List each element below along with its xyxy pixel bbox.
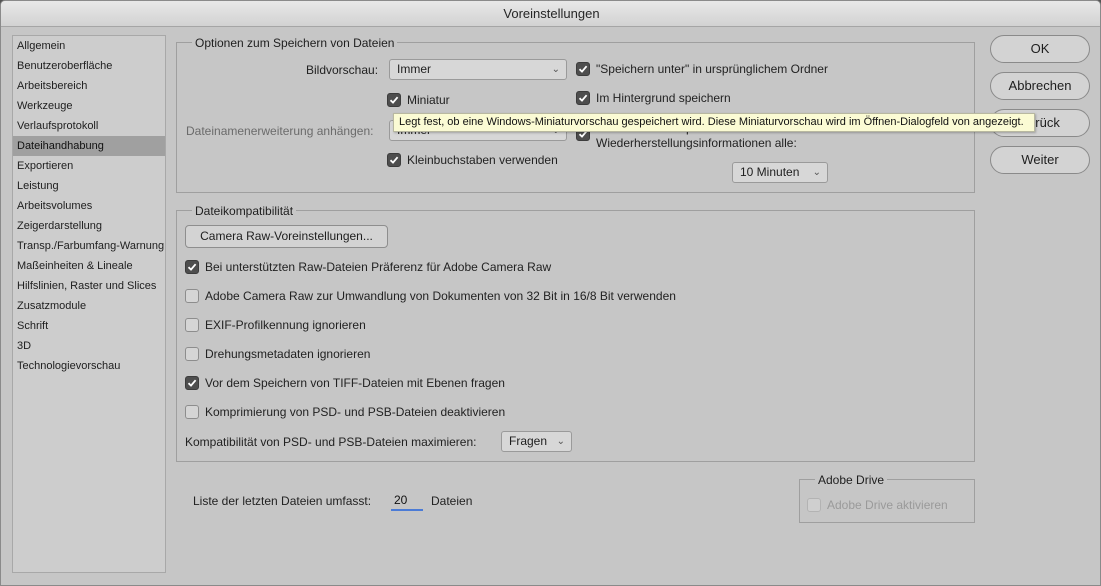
- sidebar-item-transparenz[interactable]: Transp./Farbumfang-Warnung: [13, 236, 165, 256]
- sidebar-item-allgemein[interactable]: Allgemein: [13, 36, 165, 56]
- camera-raw-preferences-button[interactable]: Camera Raw-Voreinstellungen...: [185, 225, 388, 248]
- adobe-drive-legend: Adobe Drive: [815, 473, 888, 487]
- sidebar-item-exportieren[interactable]: Exportieren: [13, 156, 165, 176]
- sidebar-item-zusatzmodule[interactable]: Zusatzmodule: [13, 296, 165, 316]
- prefer-camera-raw-label: Bei unterstützten Raw-Dateien Präferenz …: [205, 260, 552, 274]
- recent-files-unit: Dateien: [431, 494, 473, 508]
- chevron-down-icon: ⌄: [551, 64, 560, 75]
- sidebar-item-leistung[interactable]: Leistung: [13, 176, 165, 196]
- preview-select[interactable]: Immer ⌄: [389, 59, 567, 80]
- thumbnail-tooltip: Legt fest, ob eine Windows-Miniaturvorsc…: [393, 113, 1035, 132]
- lowercase-checkbox[interactable]: [387, 153, 401, 167]
- sidebar-item-werkzeuge[interactable]: Werkzeuge: [13, 96, 165, 116]
- camera-raw-32bit-checkbox[interactable]: [185, 289, 199, 303]
- recent-files-label: Liste der letzten Dateien umfasst:: [193, 494, 372, 508]
- recent-files-count-input[interactable]: 20: [391, 491, 423, 511]
- adobe-drive-label: Adobe Drive aktivieren: [827, 498, 948, 512]
- ok-button[interactable]: OK: [990, 35, 1090, 63]
- preferences-dialog: Voreinstellungen Allgemein Benutzeroberf…: [0, 0, 1101, 586]
- sidebar-item-arbeitsvolumes[interactable]: Arbeitsvolumes: [13, 196, 165, 216]
- maximize-compat-select[interactable]: Fragen ⌄: [501, 431, 572, 452]
- sidebar-item-3d[interactable]: 3D: [13, 336, 165, 356]
- file-compat-legend: Dateikompatibilität: [192, 204, 297, 218]
- chevron-down-icon: ⌄: [556, 436, 565, 447]
- save-as-original-folder-label: "Speichern unter" in ursprünglichem Ordn…: [596, 62, 828, 76]
- autosave-interval-value: 10 Minuten: [740, 165, 800, 179]
- thumbnail-label: Miniatur: [407, 93, 450, 107]
- sidebar-item-arbeitsbereich[interactable]: Arbeitsbereich: [13, 76, 165, 96]
- cancel-button[interactable]: Abbrechen: [990, 72, 1090, 100]
- ignore-rotation-label: Drehungsmetadaten ignorieren: [205, 347, 371, 361]
- save-options-legend: Optionen zum Speichern von Dateien: [192, 36, 398, 50]
- ask-tiff-layers-checkbox[interactable]: [185, 376, 199, 390]
- next-button[interactable]: Weiter: [990, 146, 1090, 174]
- ignore-exif-checkbox[interactable]: [185, 318, 199, 332]
- sidebar-item-schrift[interactable]: Schrift: [13, 316, 165, 336]
- maximize-compat-value: Fragen: [509, 434, 548, 448]
- ignore-rotation-checkbox[interactable]: [185, 347, 199, 361]
- preview-label: Bildvorschau:: [306, 63, 379, 77]
- ignore-exif-label: EXIF-Profilkennung ignorieren: [205, 318, 366, 332]
- thumbnail-checkbox[interactable]: [387, 93, 401, 107]
- ask-tiff-layers-label: Vor dem Speichern von TIFF-Dateien mit E…: [205, 376, 505, 390]
- sidebar-item-benutzeroberflaeche[interactable]: Benutzeroberfläche: [13, 56, 165, 76]
- lowercase-label: Kleinbuchstaben verwenden: [407, 153, 558, 167]
- background-save-label: Im Hintergrund speichern: [596, 91, 731, 105]
- adobe-drive-checkbox[interactable]: [807, 498, 821, 512]
- disable-psd-compression-label: Komprimierung von PSD- und PSB-Dateien d…: [205, 405, 506, 419]
- camera-raw-32bit-label: Adobe Camera Raw zur Umwandlung von Doku…: [205, 289, 676, 303]
- chevron-down-icon: ⌄: [812, 167, 821, 178]
- autosave-interval-select[interactable]: 10 Minuten ⌄: [732, 162, 828, 183]
- autosave-label-line2: Wiederherstellungsinformationen alle:: [596, 136, 797, 150]
- sidebar-item-verlaufsprotokoll[interactable]: Verlaufsprotokoll: [13, 116, 165, 136]
- background-save-checkbox[interactable]: [576, 91, 590, 105]
- save-as-original-folder-checkbox[interactable]: [576, 62, 590, 76]
- preview-select-value: Immer: [397, 62, 431, 76]
- sidebar-item-technologievorschau[interactable]: Technologievorschau: [13, 356, 165, 376]
- maximize-compat-label: Kompatibilität von PSD- und PSB-Dateien …: [185, 435, 477, 449]
- sidebar-item-zeigerdarstellung[interactable]: Zeigerdarstellung: [13, 216, 165, 236]
- disable-psd-compression-checkbox[interactable]: [185, 405, 199, 419]
- extension-label: Dateinamenerweiterung anhängen:: [186, 124, 374, 138]
- sidebar-item-hilfslinien[interactable]: Hilfslinien, Raster und Slices: [13, 276, 165, 296]
- prefer-camera-raw-checkbox[interactable]: [185, 260, 199, 274]
- sidebar-item-masseinheiten[interactable]: Maßeinheiten & Lineale: [13, 256, 165, 276]
- window-title: Voreinstellungen: [1, 1, 1100, 27]
- category-sidebar: Allgemein Benutzeroberfläche Arbeitsbere…: [12, 35, 166, 573]
- sidebar-item-dateihandhabung[interactable]: Dateihandhabung: [13, 136, 165, 156]
